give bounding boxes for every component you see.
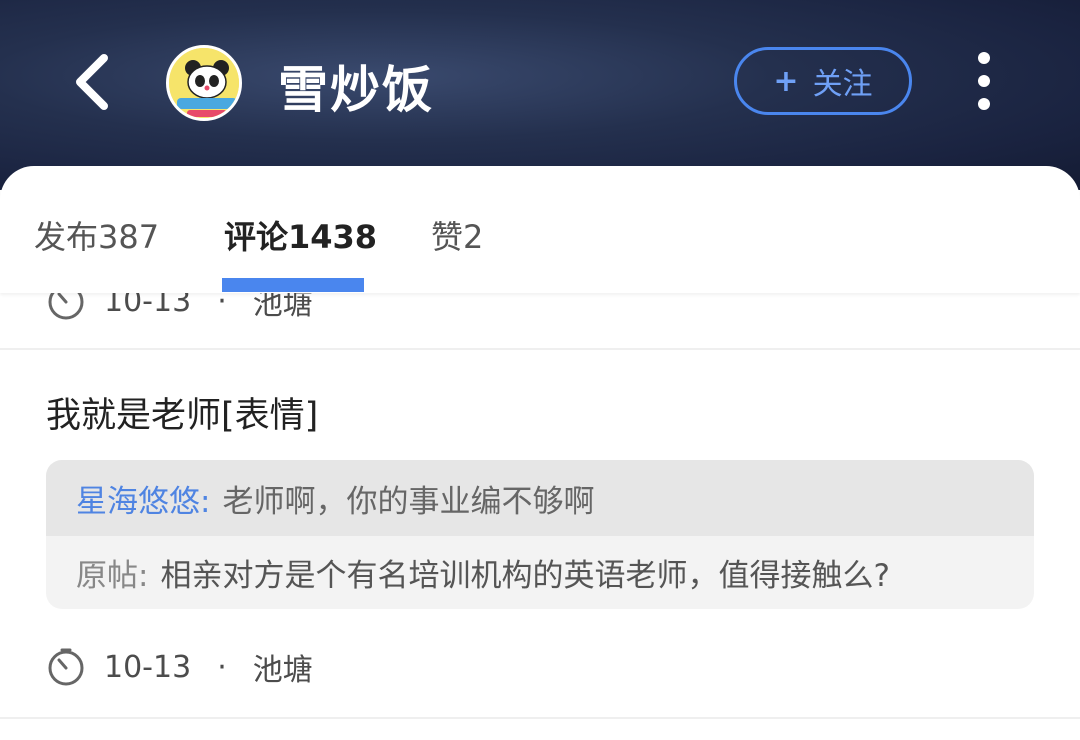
tab-bar: 发布387 评论1438 赞2 bbox=[0, 166, 1080, 293]
divider bbox=[0, 348, 1080, 350]
page-title: 雪炒饭 bbox=[278, 61, 434, 119]
item-date: 10-13 bbox=[104, 649, 192, 685]
tab-comments[interactable]: 评论1438 bbox=[224, 212, 377, 258]
more-vertical-icon bbox=[968, 52, 1000, 110]
quoted-reply[interactable]: 星海悠悠: 老师啊，你的事业编不够啊 bbox=[46, 460, 1034, 536]
item-meta: 10-13 · 池塘 bbox=[46, 645, 313, 689]
avatar[interactable] bbox=[166, 45, 242, 121]
quoted-context[interactable]: 星海悠悠: 老师啊，你的事业编不够啊 原帖: 相亲对方是个有名培训机构的英语老师… bbox=[46, 460, 1034, 609]
clock-icon bbox=[48, 648, 84, 686]
item-location[interactable]: 池塘 bbox=[253, 645, 313, 689]
comment-feed[interactable]: 10-13 · 池塘 我就是老师[表情] 星海悠悠: 老师啊，你的事业编不够啊 … bbox=[0, 282, 1080, 740]
reply-username[interactable]: 星海悠悠: bbox=[76, 476, 210, 521]
divider bbox=[0, 717, 1080, 719]
chevron-left-icon bbox=[76, 54, 108, 110]
active-tab-indicator bbox=[222, 278, 364, 292]
tab-posts[interactable]: 发布387 bbox=[34, 212, 159, 258]
comment-text[interactable]: 我就是老师[表情] bbox=[46, 387, 318, 438]
tab-likes[interactable]: 赞2 bbox=[431, 212, 483, 258]
more-button[interactable] bbox=[968, 52, 1000, 114]
follow-label: 关注 bbox=[812, 67, 873, 102]
profile-header: 雪炒饭 + 关注 bbox=[0, 0, 1080, 190]
meta-separator: · bbox=[217, 649, 227, 685]
plus-icon: + bbox=[773, 63, 799, 99]
original-post[interactable]: 原帖: 相亲对方是个有名培训机构的英语老师，值得接触么? bbox=[46, 536, 1034, 609]
reply-text: 老师啊，你的事业编不够啊 bbox=[222, 483, 595, 520]
original-post-label: 原帖: bbox=[76, 558, 149, 594]
original-post-text: 相亲对方是个有名培训机构的英语老师，值得接触么? bbox=[160, 558, 890, 594]
panda-avatar-icon bbox=[169, 48, 239, 118]
back-button[interactable] bbox=[62, 50, 122, 114]
follow-button[interactable]: + 关注 bbox=[734, 47, 912, 115]
